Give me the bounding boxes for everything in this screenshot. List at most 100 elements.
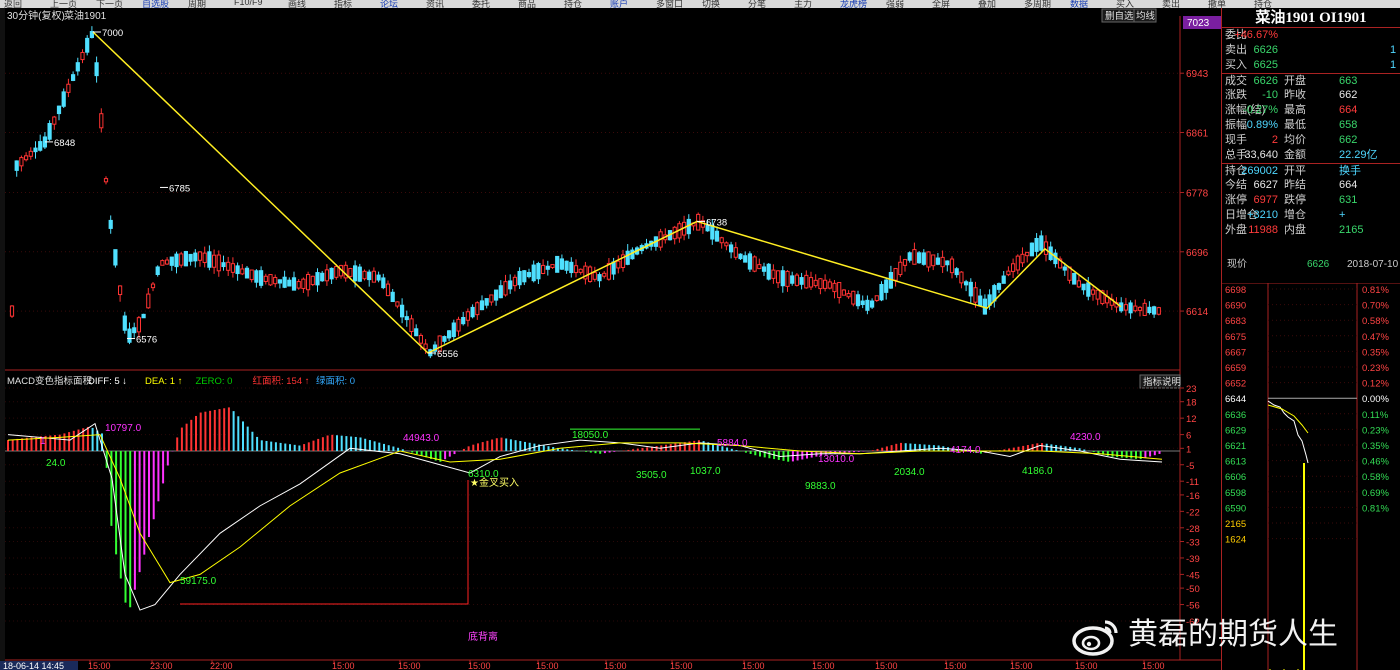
mini-axis-left: 6621 (1225, 441, 1246, 452)
macd-legend-item: 绿面积: 0 (316, 375, 355, 387)
toolbar-item[interactable]: 自选股 (142, 0, 169, 8)
candle-body (301, 278, 306, 289)
toolbar-item[interactable]: 买入 (1116, 0, 1134, 8)
mini-axis-left: 6636 (1225, 410, 1246, 421)
time-axis-label: 22:00 (210, 661, 233, 670)
candle-body (423, 343, 428, 350)
time-axis-label: 15:00 (1075, 661, 1098, 670)
price-tag: 7023 (1183, 16, 1221, 29)
candle-body (724, 242, 729, 247)
macd-legend-item: ZERO: 0 (196, 376, 233, 387)
toolbar-item[interactable]: 多周期 (1024, 0, 1051, 8)
candle-body (1147, 306, 1152, 314)
moving-average-button[interactable]: 均线 (1133, 8, 1157, 23)
candle-body (776, 270, 781, 284)
candle-body (804, 274, 809, 289)
candle-body (146, 293, 151, 309)
toolbar-item[interactable]: 指标 (334, 0, 352, 8)
indicator-help-button[interactable]: 指标说明 (1139, 374, 1181, 389)
toolbar-item[interactable]: 切换 (702, 0, 720, 8)
quote-value: 269002 (1241, 165, 1278, 177)
quote-label: 卖出 (1225, 44, 1247, 56)
candle-body (179, 253, 184, 266)
candle-body (517, 270, 522, 286)
price-annotation: 6738 (706, 217, 727, 228)
toolbar-item[interactable]: 周期 (188, 0, 206, 8)
macd-axis-label: -22 (1186, 507, 1200, 518)
time-axis-label: 15:00 (742, 661, 765, 670)
toolbar-item[interactable]: 持仓 (564, 0, 582, 8)
toolbar-item[interactable]: 账户 (610, 0, 628, 8)
kline-chart-area[interactable]: 30分钟(复权) 菜油1901 删自选 均线 7023 7000 6848 6785… (0, 8, 1221, 670)
macd-area-label: 4174.0 (950, 445, 981, 456)
toolbar-item[interactable]: 多窗口 (656, 0, 683, 8)
candle-body (508, 280, 513, 290)
candle-body (226, 261, 231, 271)
quote-label-2: 增仓 (1284, 209, 1306, 221)
quote-label-2: 跌停 (1284, 194, 1306, 206)
candle-body (823, 279, 828, 289)
delete-favorite-button[interactable]: 删自选 (1101, 8, 1135, 23)
candle-body (531, 264, 536, 282)
toolbar-item[interactable]: 卖出 (1162, 0, 1180, 8)
quote-label-2: 最低 (1284, 119, 1306, 131)
toolbar-item[interactable]: 商品 (518, 0, 536, 8)
quote-value-2: 22.29亿 (1339, 149, 1378, 161)
quote-value: -10 (1262, 89, 1278, 101)
candle-body (780, 270, 785, 287)
time-first-label: 18-06-14 14:45 (3, 661, 64, 670)
macd-axis-label: 18 (1186, 398, 1197, 409)
quote-label-2: 开盘 (1284, 75, 1306, 87)
quote-value: 6626 (1253, 44, 1278, 56)
macd-title: MACD变色指标面积 (7, 375, 92, 387)
toolbar-item[interactable]: 资讯 (426, 0, 444, 8)
mini-axis-left: 6659 (1225, 363, 1246, 374)
candle-body (475, 302, 480, 316)
toolbar-item[interactable]: 下一页 (96, 0, 123, 8)
quote-label-2: 内盘 (1284, 224, 1306, 236)
toolbar-item[interactable]: 委托 (472, 0, 490, 8)
candle-body (808, 277, 814, 288)
time-axis-label: 15:00 (944, 661, 967, 670)
candle-body (122, 315, 127, 331)
toolbar-item[interactable]: 返回 (4, 0, 22, 8)
toolbar-item[interactable]: 主力 (794, 0, 812, 8)
toolbar-item[interactable]: 上一页 (50, 0, 77, 8)
candle-body (320, 272, 325, 282)
period-label: 30分钟(复权) (7, 9, 65, 22)
toolbar-item[interactable]: 画线 (288, 0, 306, 8)
candle-body (479, 300, 485, 311)
candle-body (447, 330, 452, 339)
toolbar-item[interactable]: 持仓 (1254, 0, 1272, 8)
candle-body (1076, 280, 1082, 288)
candle-body (996, 283, 1002, 290)
intraday-mini-chart[interactable]: 6698 6690 6683 6675 6667 6659 6652 6644 6636 6629… (1222, 283, 1400, 670)
macd-legend-item: 红面积: 154 ↑ (253, 375, 310, 387)
candle-body (127, 328, 132, 343)
candle-body (860, 300, 865, 306)
macd-axis-label: -5 (1186, 461, 1194, 472)
toolbar-item[interactable]: 分笔 (748, 0, 766, 8)
candle-body (174, 253, 179, 268)
quote-label: 成交 (1225, 75, 1247, 87)
mini-axis-left: 6690 (1225, 301, 1246, 312)
toolbar-item[interactable]: 龙虎榜 (840, 0, 867, 8)
candle-body (498, 285, 503, 299)
candle-body (38, 141, 43, 151)
toolbar-item[interactable]: 叠加 (978, 0, 996, 8)
toolbar-item[interactable]: 强弱 (886, 0, 904, 8)
candle-body (625, 250, 630, 265)
candle-body (1090, 289, 1096, 295)
candle-body (921, 252, 926, 265)
toolbar-item[interactable]: 全屏 (932, 0, 950, 8)
toolbar-item[interactable]: F10/F9 (234, 0, 263, 7)
toolbar-item[interactable]: 撤单 (1208, 0, 1226, 8)
toolbar-item[interactable]: 数据 (1070, 0, 1088, 8)
quote-label: 涨跌 (1225, 89, 1247, 101)
candle-body (80, 51, 85, 61)
svg-text:指标说明: 指标说明 (1143, 376, 1181, 388)
candle-body (193, 252, 198, 262)
candle-body (24, 155, 29, 161)
toolbar-item[interactable]: 论坛 (380, 0, 398, 8)
time-axis-label: 15:00 (1142, 661, 1165, 670)
